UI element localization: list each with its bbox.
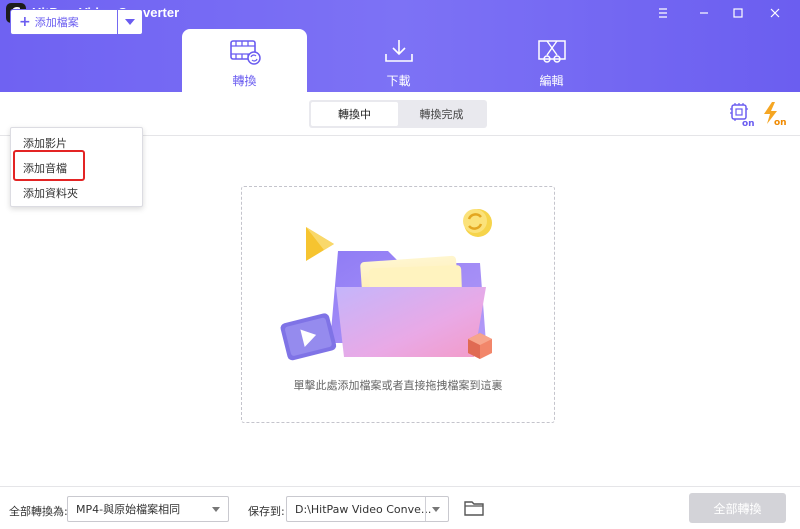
save-to-label: 保存到: [248, 505, 285, 518]
output-format-value: MP4-與原始檔案相同 [76, 503, 181, 516]
open-folder-icon[interactable] [463, 498, 485, 518]
menu-item-add-folder[interactable]: 添加資料夾 [23, 185, 78, 201]
edit-scissors-icon [537, 40, 566, 63]
film-convert-icon [229, 40, 261, 65]
menu-icon[interactable] [652, 3, 674, 23]
output-format-select[interactable]: MP4-與原始檔案相同 [67, 496, 229, 522]
convert-all-button[interactable]: 全部轉換 [689, 493, 786, 523]
svg-text:on: on [774, 118, 787, 127]
segment-converting[interactable]: 轉換中 [311, 102, 398, 126]
fast-convert-lightning-icon[interactable]: on [761, 101, 789, 127]
tab-edit[interactable]: 編輯 [489, 29, 614, 92]
convert-all-to-label: 全部轉換為: [9, 505, 68, 518]
add-files-label: 添加檔案 [34, 16, 79, 29]
drop-hint-text: 單擊此處添加檔案或者直接拖拽檔案到這裏 [293, 379, 503, 392]
tab-download[interactable]: 下載 [336, 29, 461, 92]
tab-convert-label: 轉換 [232, 74, 257, 88]
select-divider [425, 497, 426, 521]
chevron-down-icon [212, 507, 220, 512]
tab-edit-label: 編輯 [539, 74, 564, 88]
add-files-dropdown-toggle[interactable] [117, 9, 143, 35]
file-drop-zone[interactable]: 單擊此處添加檔案或者直接拖拽檔案到這裏 [241, 186, 555, 423]
close-icon[interactable] [764, 3, 786, 23]
plus-icon: + [19, 14, 31, 30]
hardware-acceleration-icon[interactable]: on [727, 101, 755, 127]
menu-item-add-video[interactable]: 添加影片 [23, 135, 67, 151]
tab-convert[interactable]: 轉換 [182, 29, 307, 92]
svg-text:on: on [742, 119, 755, 127]
download-tray-icon [384, 40, 413, 62]
save-path-select[interactable]: D:\HitPaw Video Conve... [286, 496, 449, 522]
add-files-button[interactable]: + 添加檔案 [10, 9, 118, 35]
folder-illustration [280, 209, 492, 361]
highlight-box [13, 150, 85, 181]
tab-download-label: 下載 [386, 74, 411, 88]
maximize-icon[interactable] [727, 3, 749, 23]
add-files-menu: 添加影片 添加音檔 添加資料夾 [10, 127, 143, 207]
chevron-down-icon [432, 507, 440, 512]
minimize-icon[interactable] [693, 3, 715, 23]
chevron-down-icon [125, 19, 135, 25]
save-path-value: D:\HitPaw Video Conve... [295, 502, 432, 516]
status-segmented-control: 轉換中 轉換完成 [309, 100, 487, 128]
segment-converted[interactable]: 轉換完成 [398, 102, 485, 126]
